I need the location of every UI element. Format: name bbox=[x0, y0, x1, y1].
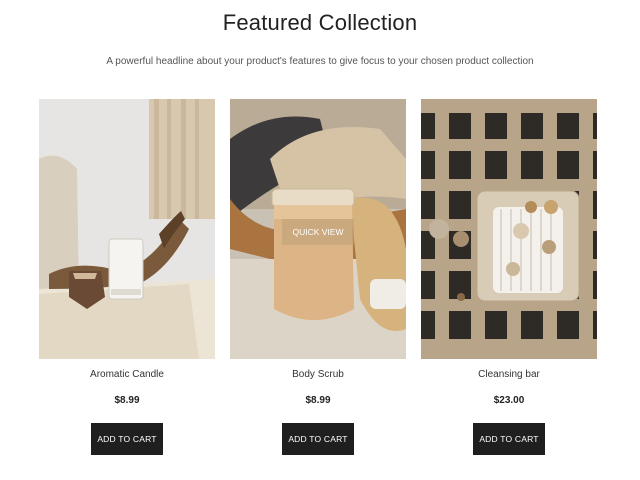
add-to-cart-button[interactable]: ADD TO CART bbox=[473, 423, 545, 455]
collection-title: Featured Collection bbox=[222, 10, 418, 35]
product-price: $8.99 bbox=[114, 395, 140, 406]
product-name[interactable]: Body Scrub bbox=[230, 369, 406, 380]
product-image-cleansing-bar[interactable] bbox=[421, 99, 597, 359]
add-to-cart-button[interactable]: ADD TO CART bbox=[91, 423, 163, 455]
product-price: $23.00 bbox=[493, 395, 525, 406]
product-name[interactable]: Aromatic Candle bbox=[39, 369, 215, 380]
collection-subtitle: A powerful headline about your product's… bbox=[106, 56, 534, 67]
product-card: QUICK VIEW Body Scrub $8.99 ADD TO CART bbox=[230, 99, 406, 469]
add-to-cart-button[interactable]: ADD TO CART bbox=[282, 423, 354, 455]
product-price: $8.99 bbox=[305, 395, 331, 406]
candle-photo bbox=[39, 99, 215, 359]
cleansing-bar-photo bbox=[421, 99, 597, 359]
product-card: Cleansing bar $23.00 ADD TO CART bbox=[421, 99, 597, 469]
product-image-candle[interactable] bbox=[39, 99, 215, 359]
product-name[interactable]: Cleansing bar bbox=[421, 369, 597, 380]
quick-view-button[interactable]: QUICK VIEW bbox=[282, 219, 354, 245]
product-card: Aromatic Candle $8.99 ADD TO CART bbox=[39, 99, 215, 469]
